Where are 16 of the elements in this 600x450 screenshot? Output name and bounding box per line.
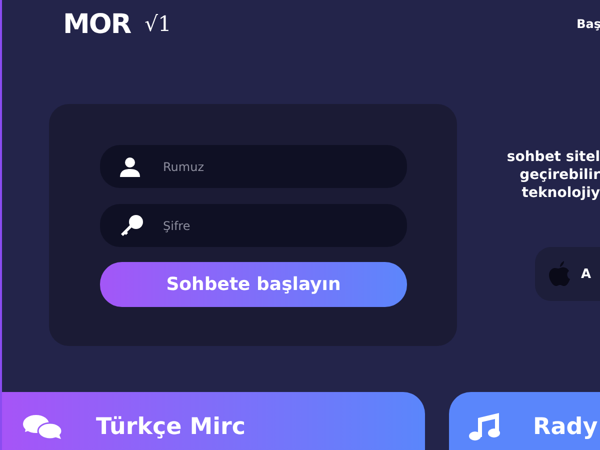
intro-text-line: teknolojiy xyxy=(522,184,600,202)
logo[interactable]: MOR xyxy=(63,8,131,40)
category-tab[interactable]: Türkçe Mirc xyxy=(2,392,425,450)
password-field[interactable]: Şifre xyxy=(100,204,407,247)
intro-text-line: sohbet sitel xyxy=(506,148,600,166)
key-icon xyxy=(120,214,144,236)
nav-link[interactable]: Baş xyxy=(576,17,600,31)
music-icon xyxy=(469,413,501,441)
user-icon xyxy=(120,156,140,176)
start-chat-button[interactable]: Sohbete başlayın xyxy=(100,262,407,307)
app-store-button[interactable]: A xyxy=(535,247,600,301)
username-field[interactable]: Rumuz xyxy=(100,145,407,188)
chat-icon xyxy=(22,414,64,440)
apple-icon xyxy=(549,261,571,287)
logo-mark: √1 xyxy=(144,12,172,36)
intro-text-line: geçirebilir xyxy=(520,166,600,184)
